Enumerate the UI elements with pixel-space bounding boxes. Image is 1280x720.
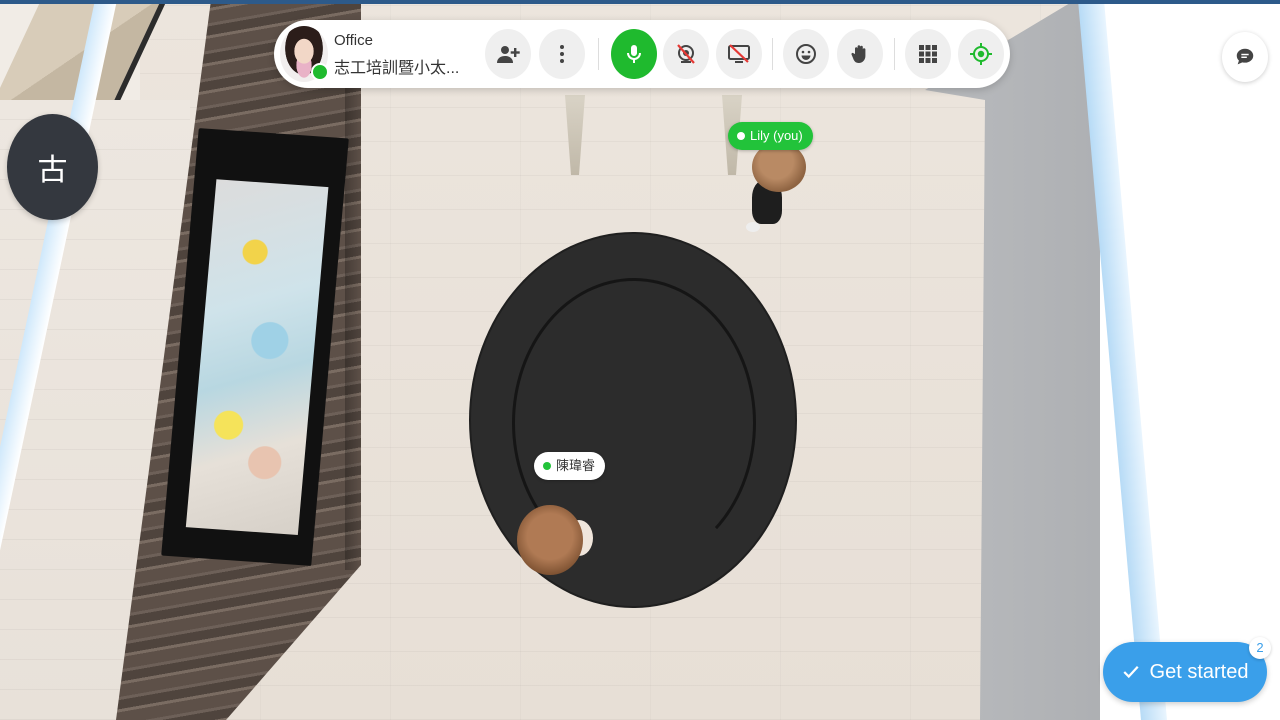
room-name: Office xyxy=(334,32,373,49)
toolbar-divider xyxy=(894,38,895,70)
toolbar-divider xyxy=(598,38,599,70)
smiley-icon xyxy=(796,44,816,64)
online-status-dot xyxy=(737,132,745,140)
microphone-icon xyxy=(627,45,641,63)
avatar-chen[interactable] xyxy=(517,505,583,575)
get-started-label: Get started xyxy=(1149,660,1249,683)
microphone-button[interactable] xyxy=(611,29,657,79)
get-started-badge: 2 xyxy=(1249,637,1271,659)
nametag-label: 陳瑋睿 xyxy=(556,458,596,473)
nametag-chen[interactable]: 陳瑋睿 xyxy=(534,452,606,480)
online-status-dot xyxy=(543,462,551,470)
screen-share-off-icon xyxy=(728,44,750,63)
locate-icon xyxy=(970,43,992,65)
more-options-button[interactable] xyxy=(539,29,585,79)
invite-button[interactable] xyxy=(485,29,531,79)
reactions-button[interactable] xyxy=(783,29,829,79)
more-vertical-icon xyxy=(560,45,564,63)
get-started-button[interactable]: Get started xyxy=(1103,642,1267,702)
virtual-office-map[interactable]: Lily (you) 陳瑋睿 xyxy=(0,0,1280,720)
hand-icon xyxy=(851,45,866,63)
camera-button[interactable] xyxy=(663,29,709,79)
room-subtitle: 志工培訓暨小太... xyxy=(334,60,460,77)
screen-share-button[interactable] xyxy=(716,29,762,79)
left-room-button-label: 古 xyxy=(37,154,68,187)
person-add-icon xyxy=(497,46,520,63)
apps-button[interactable] xyxy=(905,29,951,79)
left-room-button[interactable]: 古 xyxy=(7,114,98,220)
toolbar-divider xyxy=(772,38,773,70)
chat-icon xyxy=(1236,48,1254,65)
locate-me-button[interactable] xyxy=(958,29,1004,79)
nametag-lily[interactable]: Lily (you) xyxy=(728,122,813,150)
tv-photo xyxy=(185,179,329,535)
nametag-label: Lily (you) xyxy=(750,128,803,143)
camera-off-icon xyxy=(677,44,695,64)
room-status-dot xyxy=(311,63,329,81)
chat-button[interactable] xyxy=(1222,32,1268,82)
top-toolbar: Office 志工培訓暨小太... xyxy=(274,20,1010,88)
avatar-lily-feet xyxy=(746,222,760,232)
raise-hand-button[interactable] xyxy=(837,29,883,79)
grid-icon xyxy=(919,45,937,63)
top-edge-bar xyxy=(0,0,1280,4)
checkmark-icon xyxy=(1122,665,1139,679)
